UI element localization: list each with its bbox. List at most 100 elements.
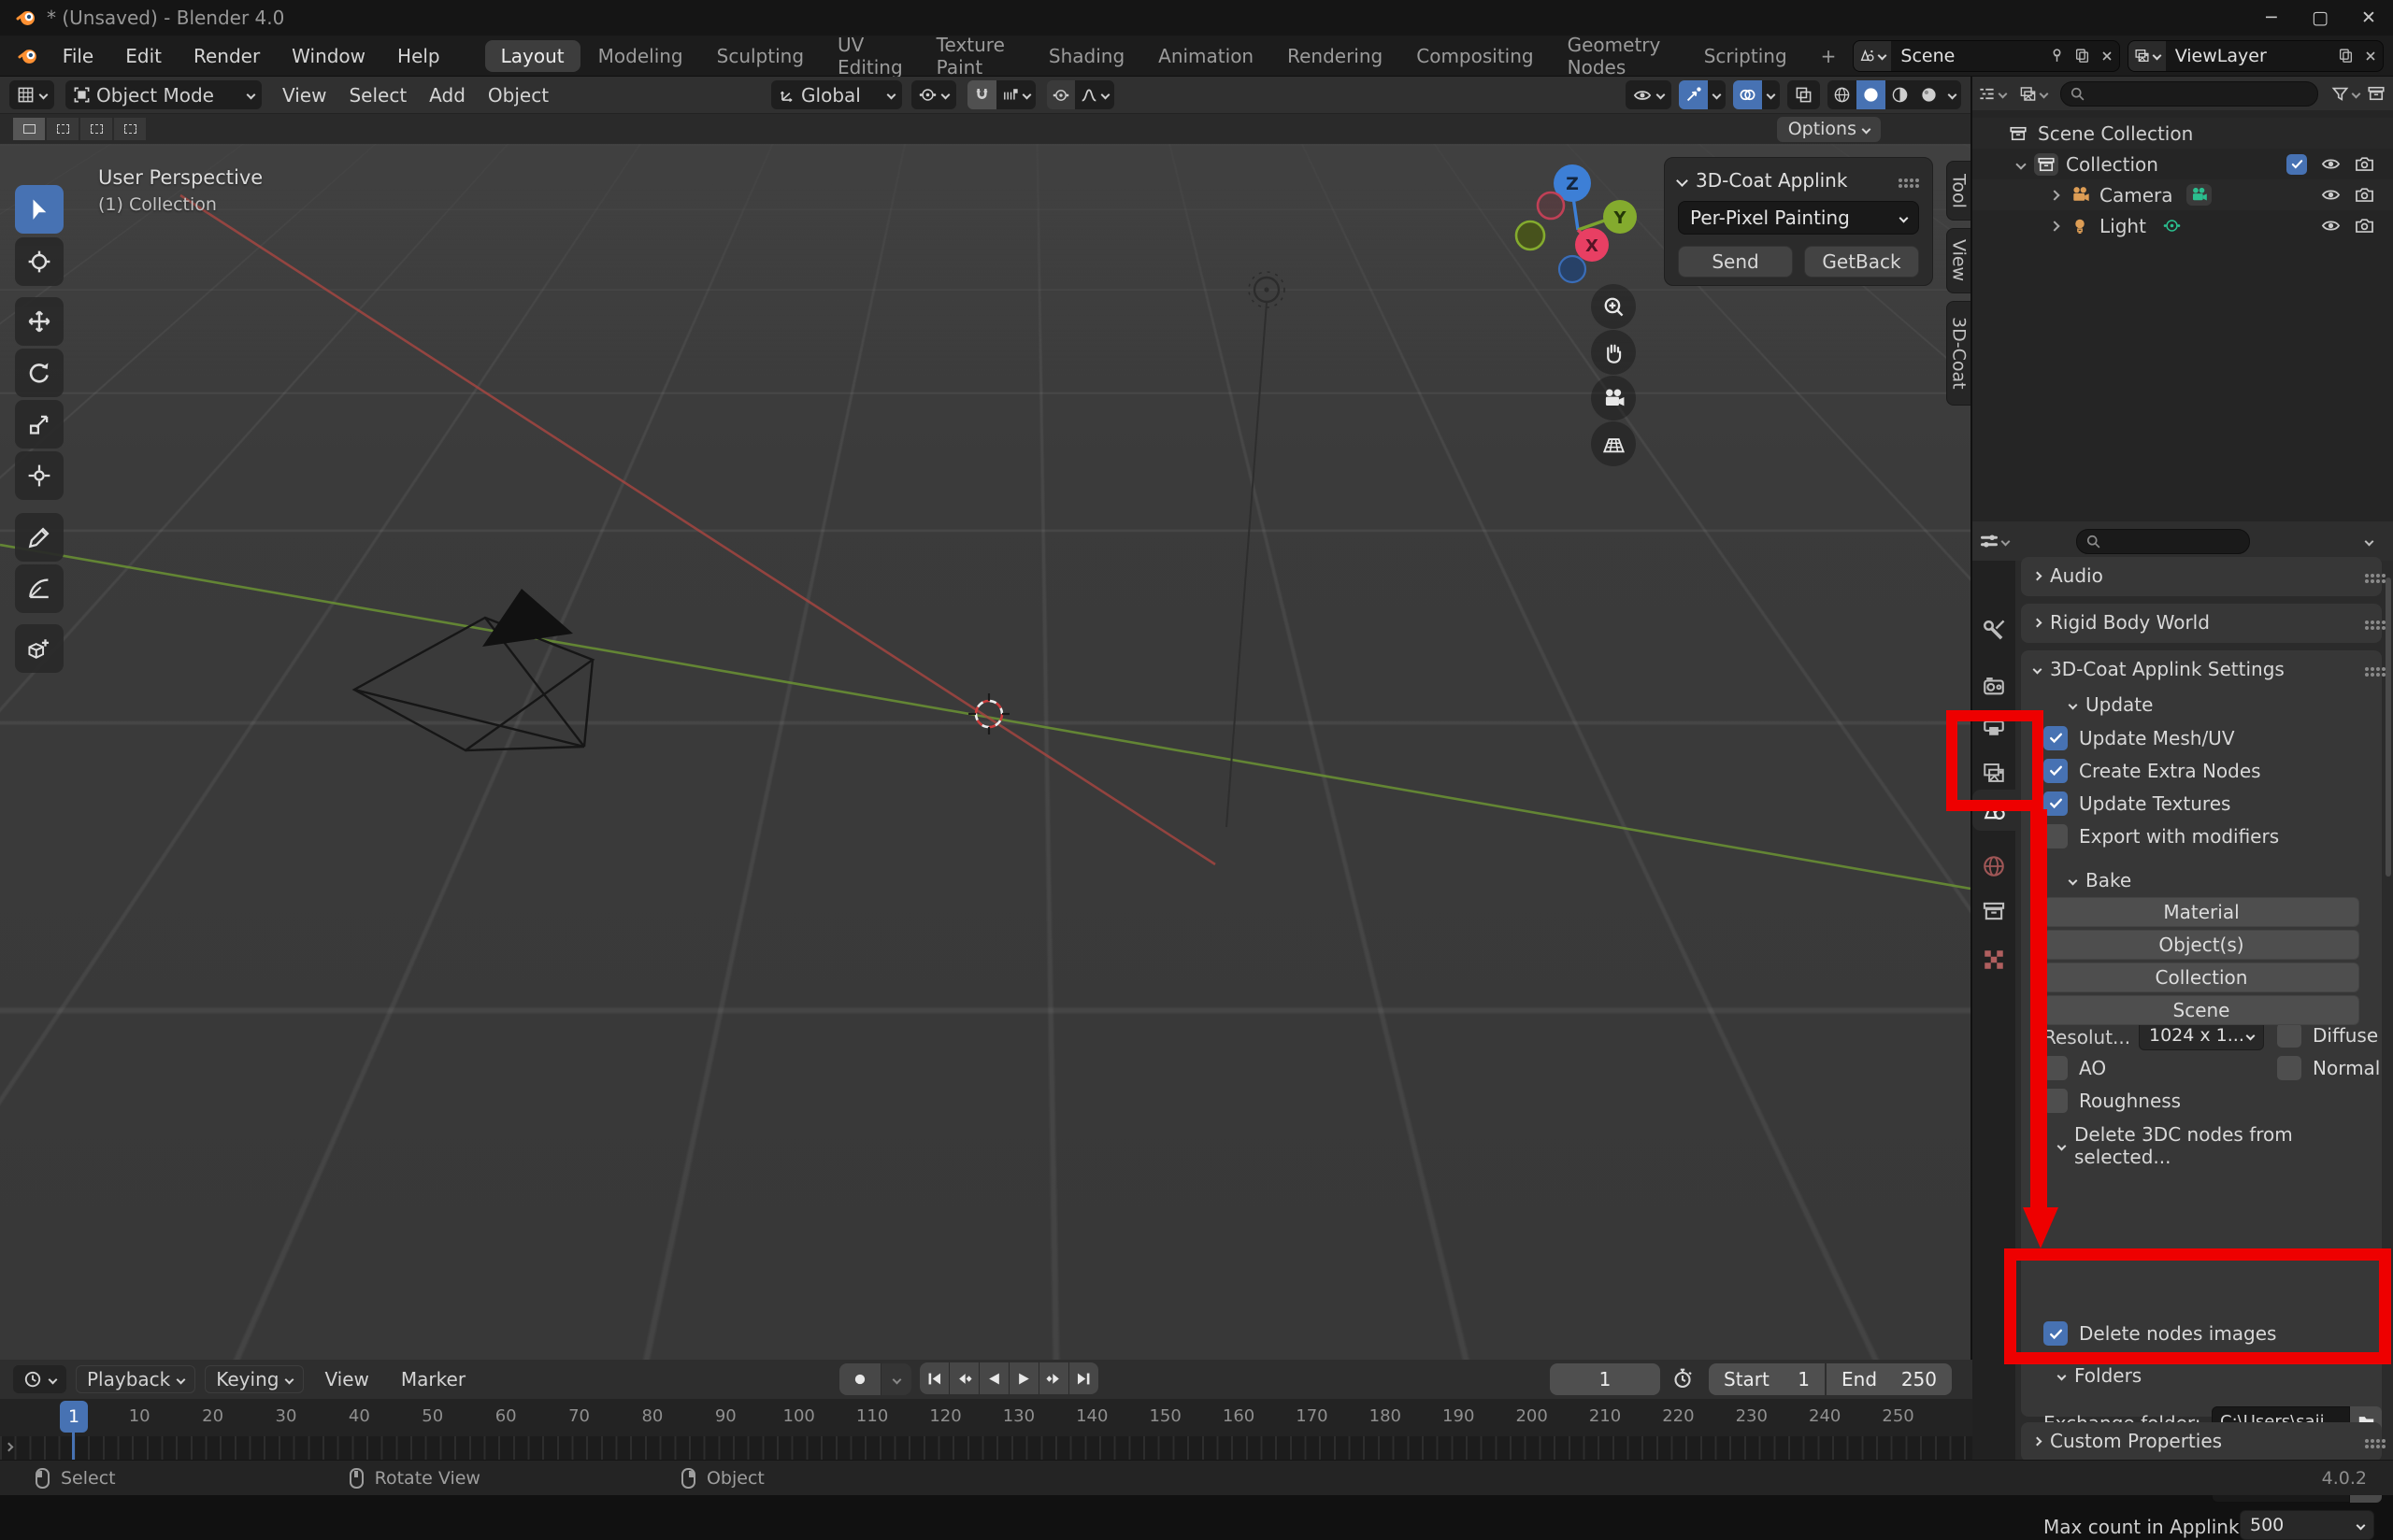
viewlayer-browse-button[interactable] [2128,41,2166,71]
outliner-editor-type-button[interactable] [1978,85,2006,103]
bake-normal-row[interactable]: Normal [2277,1056,2380,1080]
frame-start-field[interactable]: Start1 [1709,1363,1825,1395]
properties-editor-type-button[interactable] [1980,532,2009,550]
pin-icon[interactable] [2044,48,2070,64]
tab-view-layer[interactable] [1972,752,2015,793]
viewlayer-name[interactable]: ViewLayer [2166,46,2333,66]
menu-item[interactable]: Edit [109,36,178,77]
render-visibility-icon[interactable] [2355,185,2374,205]
workspace-tab[interactable]: Rendering [1271,40,1398,72]
checkbox-row[interactable]: Update Textures [2043,787,2393,820]
xray-toggle[interactable] [1787,80,1820,109]
new-collection-button[interactable] [2367,84,2386,103]
workspace-tab[interactable]: + [1805,40,1853,72]
bake-ao-row[interactable]: AO [2043,1056,2106,1080]
sidebar-tab-tool[interactable]: Tool [1946,161,1970,221]
marker-menu[interactable]: Marker [390,1361,477,1398]
delete-target-button[interactable]: Object(s) [2043,930,2359,960]
scene-browse-button[interactable] [1854,41,1891,71]
delete-target-button[interactable]: Material [2043,897,2359,927]
properties-search-input[interactable] [2076,529,2250,554]
panel-rigid-body-world[interactable]: Rigid Body World [2021,604,2382,643]
workspace-tab[interactable]: Layout [485,40,580,72]
row-label[interactable]: Collection [2066,153,2158,176]
delete-scene-icon[interactable] [2095,49,2119,64]
subpanel-delete[interactable]: Delete 3DC nodes from selected... [2021,1129,2382,1162]
next-keyframe-button[interactable] [1039,1362,1068,1394]
timeline-keyframe-strip[interactable] [0,1436,1972,1460]
view-menu[interactable]: View [313,1361,380,1398]
shading-rendered-button[interactable] [1914,80,1943,109]
checkbox-row[interactable]: Update Mesh/UV [2043,721,2393,754]
delete-target-button[interactable]: Collection [2043,962,2359,992]
tab-world[interactable] [1972,846,2015,887]
options-button[interactable]: Options [1777,117,1881,142]
row-label[interactable]: Camera [2099,184,2173,207]
gizmo-dropdown[interactable] [1708,80,1726,109]
panel-audio[interactable]: Audio [2021,557,2382,596]
3d-viewport[interactable]: Z Y X Object Mode ViewSelectAddObject Gl… [0,77,1970,1360]
tab-render[interactable] [1972,666,2015,707]
row-label[interactable]: Scene Collection [2038,122,2193,145]
tab-scene[interactable] [1972,790,2015,831]
overlays-dropdown[interactable] [1762,80,1780,109]
proportional-edit-toggle[interactable] [1047,80,1075,109]
checkbox[interactable] [2043,726,2068,750]
display-mode-dropdown[interactable] [2019,85,2047,103]
shading-wireframe-button[interactable] [1827,80,1856,109]
falloff-dropdown[interactable] [1075,80,1114,109]
max-count-dropdown[interactable]: 500 [2240,1510,2374,1540]
new-viewlayer-icon[interactable] [2333,48,2358,64]
viewlayer-selector[interactable]: ViewLayer [2128,40,2384,72]
light-data-badge[interactable] [2159,215,2185,236]
jump-to-start-button[interactable] [920,1362,949,1394]
checkbox[interactable] [2043,791,2068,816]
select-mode-subtract-button[interactable] [80,118,112,140]
exclude-checkbox[interactable] [2286,154,2307,175]
tool-add-cube-button[interactable] [15,624,64,673]
tool-move-button[interactable] [15,297,64,346]
delete-target-button[interactable]: Scene [2043,995,2359,1025]
tool-scale-button[interactable] [15,400,64,449]
drag-handle-icon[interactable] [1899,178,1902,182]
viewport-menu-item[interactable]: Object [477,77,560,114]
tab-texture[interactable] [1972,939,2015,980]
play-button[interactable] [1010,1362,1039,1394]
visibility-dropdown[interactable] [1626,80,1671,109]
keying-menu[interactable]: Keying [205,1365,304,1393]
shading-material-button[interactable] [1885,80,1914,109]
prev-keyframe-button[interactable] [950,1362,979,1394]
camera-view-button[interactable] [1591,376,1636,421]
playback-menu[interactable]: Playback [76,1365,195,1393]
hide-eye-icon[interactable] [2321,216,2341,235]
play-reverse-button[interactable] [980,1362,1009,1394]
select-mode-extend-button[interactable] [47,118,79,140]
timeline-collapse-icon[interactable] [5,1443,14,1452]
checkbox-row[interactable]: Create Extra Nodes [2043,754,2393,787]
timeline-editor-type-button[interactable] [13,1365,66,1393]
paint-mode-dropdown[interactable]: Per-Pixel Painting [1678,201,1919,235]
current-frame-field[interactable]: 1 [1550,1363,1660,1395]
panel-custom-properties[interactable]: Custom Properties [2021,1422,2382,1462]
tab-output[interactable] [1972,706,2015,747]
tool-box-select-button[interactable] [15,185,64,234]
render-visibility-icon[interactable] [2355,154,2374,174]
menu-item[interactable]: Help [381,36,456,77]
blender-menu-icon[interactable] [17,44,39,68]
menu-item[interactable]: File [47,36,109,77]
timeline-ruler[interactable]: 1020304050607080901001101201301401501601… [0,1399,1972,1436]
sidebar-tab-view[interactable]: View [1946,228,1970,293]
workspace-tab[interactable]: UV Editing [822,29,919,83]
use-preview-range-button[interactable] [1671,1367,1694,1390]
jump-to-end-button[interactable] [1069,1362,1098,1394]
viewport-menu-item[interactable]: Select [337,77,418,114]
scene-selector[interactable]: Scene [1853,40,2119,72]
workspace-tab[interactable]: Sculpting [701,40,820,72]
snap-toggle[interactable] [967,80,996,109]
subpanel-folders[interactable]: Folders [2021,1359,2142,1392]
shading-dropdown[interactable] [1943,80,1961,109]
bake-diffuse-row[interactable]: Diffuse [2277,1023,2378,1048]
show-overlays-toggle[interactable] [1733,80,1762,109]
auto-keying-button[interactable] [839,1363,881,1395]
getback-button[interactable]: GetBack [1804,246,1919,278]
